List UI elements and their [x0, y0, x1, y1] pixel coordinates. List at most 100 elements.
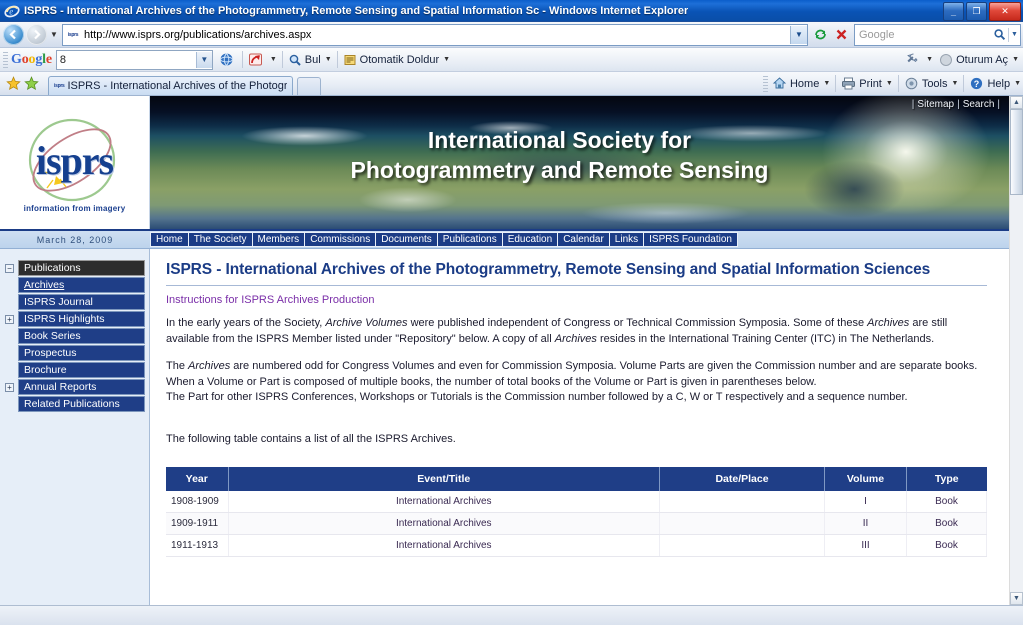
table-row[interactable]: 1911-1913 International Archives III Boo… [166, 534, 987, 557]
sidebar-item-publications[interactable]: − Publications [4, 260, 145, 276]
cell-type: Book [906, 512, 987, 535]
isprs-logo-box[interactable]: isprs information from imagery [0, 96, 150, 229]
sidebar-label-book-series: Book Series [18, 328, 145, 344]
help-button[interactable]: ? Help ▼ [969, 76, 1021, 91]
print-button[interactable]: Print ▼ [841, 76, 893, 91]
cell-date-place [659, 512, 825, 535]
help-caret[interactable]: ▼ [1014, 80, 1021, 87]
close-button[interactable]: ✕ [989, 2, 1021, 21]
column-header-date-place[interactable]: Date/Place [659, 467, 825, 491]
ie-search-box[interactable]: Google ▼ [854, 23, 1021, 46]
tools-button[interactable]: Tools ▼ [904, 76, 959, 91]
add-favorite-icon[interactable] [22, 74, 40, 92]
expand-toggle-annual-reports[interactable]: + [5, 383, 14, 392]
paragraph-part-codes: The Part for other ISPRS Conferences, Wo… [166, 391, 908, 403]
sidebar-item-brochure[interactable]: Brochure [4, 362, 145, 378]
url-dropdown-button[interactable]: ▼ [790, 25, 807, 44]
scrollbar-thumb[interactable] [1010, 109, 1023, 195]
table-row[interactable]: 1908-1909 International Archives I Book [166, 491, 987, 513]
instructions-link[interactable]: Instructions for ISPRS Archives Producti… [166, 294, 374, 306]
column-header-type[interactable]: Type [906, 467, 987, 491]
nav-item-publications[interactable]: Publications [436, 232, 502, 247]
nav-item-links[interactable]: Links [608, 232, 644, 247]
column-header-year[interactable]: Year [166, 467, 229, 491]
settings-caret[interactable]: ▼ [926, 56, 933, 63]
find-caret[interactable]: ▼ [325, 56, 332, 63]
isprs-logo-mark: isprs [10, 113, 140, 208]
home-button[interactable]: Home ▼ [772, 76, 830, 91]
column-header-event-title[interactable]: Event/Title [228, 467, 660, 491]
nav-item-education[interactable]: Education [501, 232, 558, 247]
google-toolbar-autofill-button[interactable]: Otomatik Doldur ▼ [343, 53, 450, 67]
p1-a: In the early years of the Society, [166, 317, 326, 329]
pagerank-caret[interactable]: ▼ [270, 56, 277, 63]
collapse-toggle-publications[interactable]: − [5, 264, 14, 273]
sidebar-item-book-series[interactable]: Book Series [4, 328, 145, 344]
sidebar-item-prospectus[interactable]: Prospectus [4, 345, 145, 361]
google-search-input-wrap[interactable]: 8 ▼ [55, 49, 213, 70]
nav-item-members[interactable]: Members [251, 232, 305, 247]
google-toolbar-pagerank-button[interactable]: ▼ [248, 52, 277, 67]
toolbar-grip-handle[interactable] [3, 51, 8, 68]
browser-tab-active[interactable]: isprs ISPRS - International Archives of … [48, 76, 293, 95]
google-search-input[interactable]: 8 [57, 54, 196, 66]
window-controls: _ ❐ ✕ [943, 2, 1021, 21]
sidebar-item-isprs-highlights[interactable]: + ISPRS Highlights [4, 311, 145, 327]
home-label: Home [789, 77, 820, 90]
sidebar-item-isprs-journal[interactable]: ISPRS Journal [4, 294, 145, 310]
back-arrow-icon[interactable] [3, 24, 24, 45]
nav-item-documents[interactable]: Documents [375, 232, 437, 247]
print-caret[interactable]: ▼ [886, 80, 893, 87]
google-toolbar-settings-button[interactable]: ▼ [904, 52, 933, 67]
google-toolbar-find-button[interactable]: Bul ▼ [288, 53, 332, 67]
url-bar[interactable]: isprs http://www.isprs.org/publications/… [62, 23, 808, 46]
signin-caret[interactable]: ▼ [1012, 56, 1019, 63]
cell-date-place [659, 534, 825, 557]
autofill-caret[interactable]: ▼ [443, 56, 450, 63]
sidebar-item-archives[interactable]: Archives [4, 277, 145, 293]
scroll-down-button[interactable]: ▼ [1010, 592, 1023, 605]
tab-label: ISPRS - International Archives of the Ph… [67, 80, 287, 92]
nav-item-calendar[interactable]: Calendar [557, 232, 609, 247]
tools-caret[interactable]: ▼ [952, 80, 959, 87]
refresh-icon[interactable] [810, 24, 831, 45]
title-divider [166, 285, 987, 286]
url-input[interactable]: http://www.isprs.org/publications/archiv… [84, 29, 790, 41]
sidebar-item-related-publications[interactable]: Related Publications [4, 396, 145, 412]
window-title-text: ISPRS - International Archives of the Ph… [24, 4, 689, 17]
google-toolbar-signin-button[interactable]: Oturum Aç ▼ [939, 53, 1019, 67]
minimize-button[interactable]: _ [943, 2, 964, 21]
pagerank-icon [248, 52, 263, 67]
search-input[interactable]: Google [855, 29, 990, 41]
vertical-scrollbar[interactable]: ▲ ▼ [1009, 96, 1023, 605]
scroll-up-button[interactable]: ▲ [1010, 96, 1023, 109]
command-bar-grip[interactable] [762, 75, 768, 92]
cell-volume: II [824, 512, 907, 535]
cell-type: Book [906, 534, 987, 557]
forward-arrow-icon[interactable] [26, 24, 47, 45]
magnifier-icon[interactable] [990, 28, 1008, 41]
expand-toggle-isprs-highlights[interactable]: + [5, 315, 14, 324]
toolbar-divider-3 [336, 51, 338, 68]
column-header-volume[interactable]: Volume [824, 467, 907, 491]
home-caret[interactable]: ▼ [823, 80, 830, 87]
nav-item-commissions[interactable]: Commissions [304, 232, 376, 247]
google-toolbar-globe-button[interactable] [219, 52, 237, 67]
sidebar-item-annual-reports[interactable]: + Annual Reports [4, 379, 145, 395]
nav-item-isprs-foundation[interactable]: ISPRS Foundation [643, 232, 738, 247]
restore-button[interactable]: ❐ [966, 2, 987, 21]
search-dropdown-caret[interactable]: ▼ [1009, 31, 1020, 38]
nav-item-the-society[interactable]: The Society [187, 232, 252, 247]
scrollbar-track[interactable] [1010, 109, 1023, 592]
history-dropdown-caret[interactable]: ▼ [48, 30, 60, 39]
new-tab-button[interactable] [297, 77, 321, 95]
sitemap-link[interactable]: Sitemap [917, 99, 954, 110]
command-divider-1 [835, 75, 837, 92]
google-search-dropdown[interactable]: ▼ [195, 51, 212, 68]
banner-top-links: | Sitemap | Search | [911, 99, 1000, 110]
table-row[interactable]: 1909-1911 International Archives II Book [166, 512, 987, 535]
favorites-star-icon[interactable] [4, 74, 22, 92]
stop-icon[interactable] [831, 24, 852, 45]
search-link[interactable]: Search [963, 99, 995, 110]
nav-item-home[interactable]: Home [150, 232, 188, 247]
